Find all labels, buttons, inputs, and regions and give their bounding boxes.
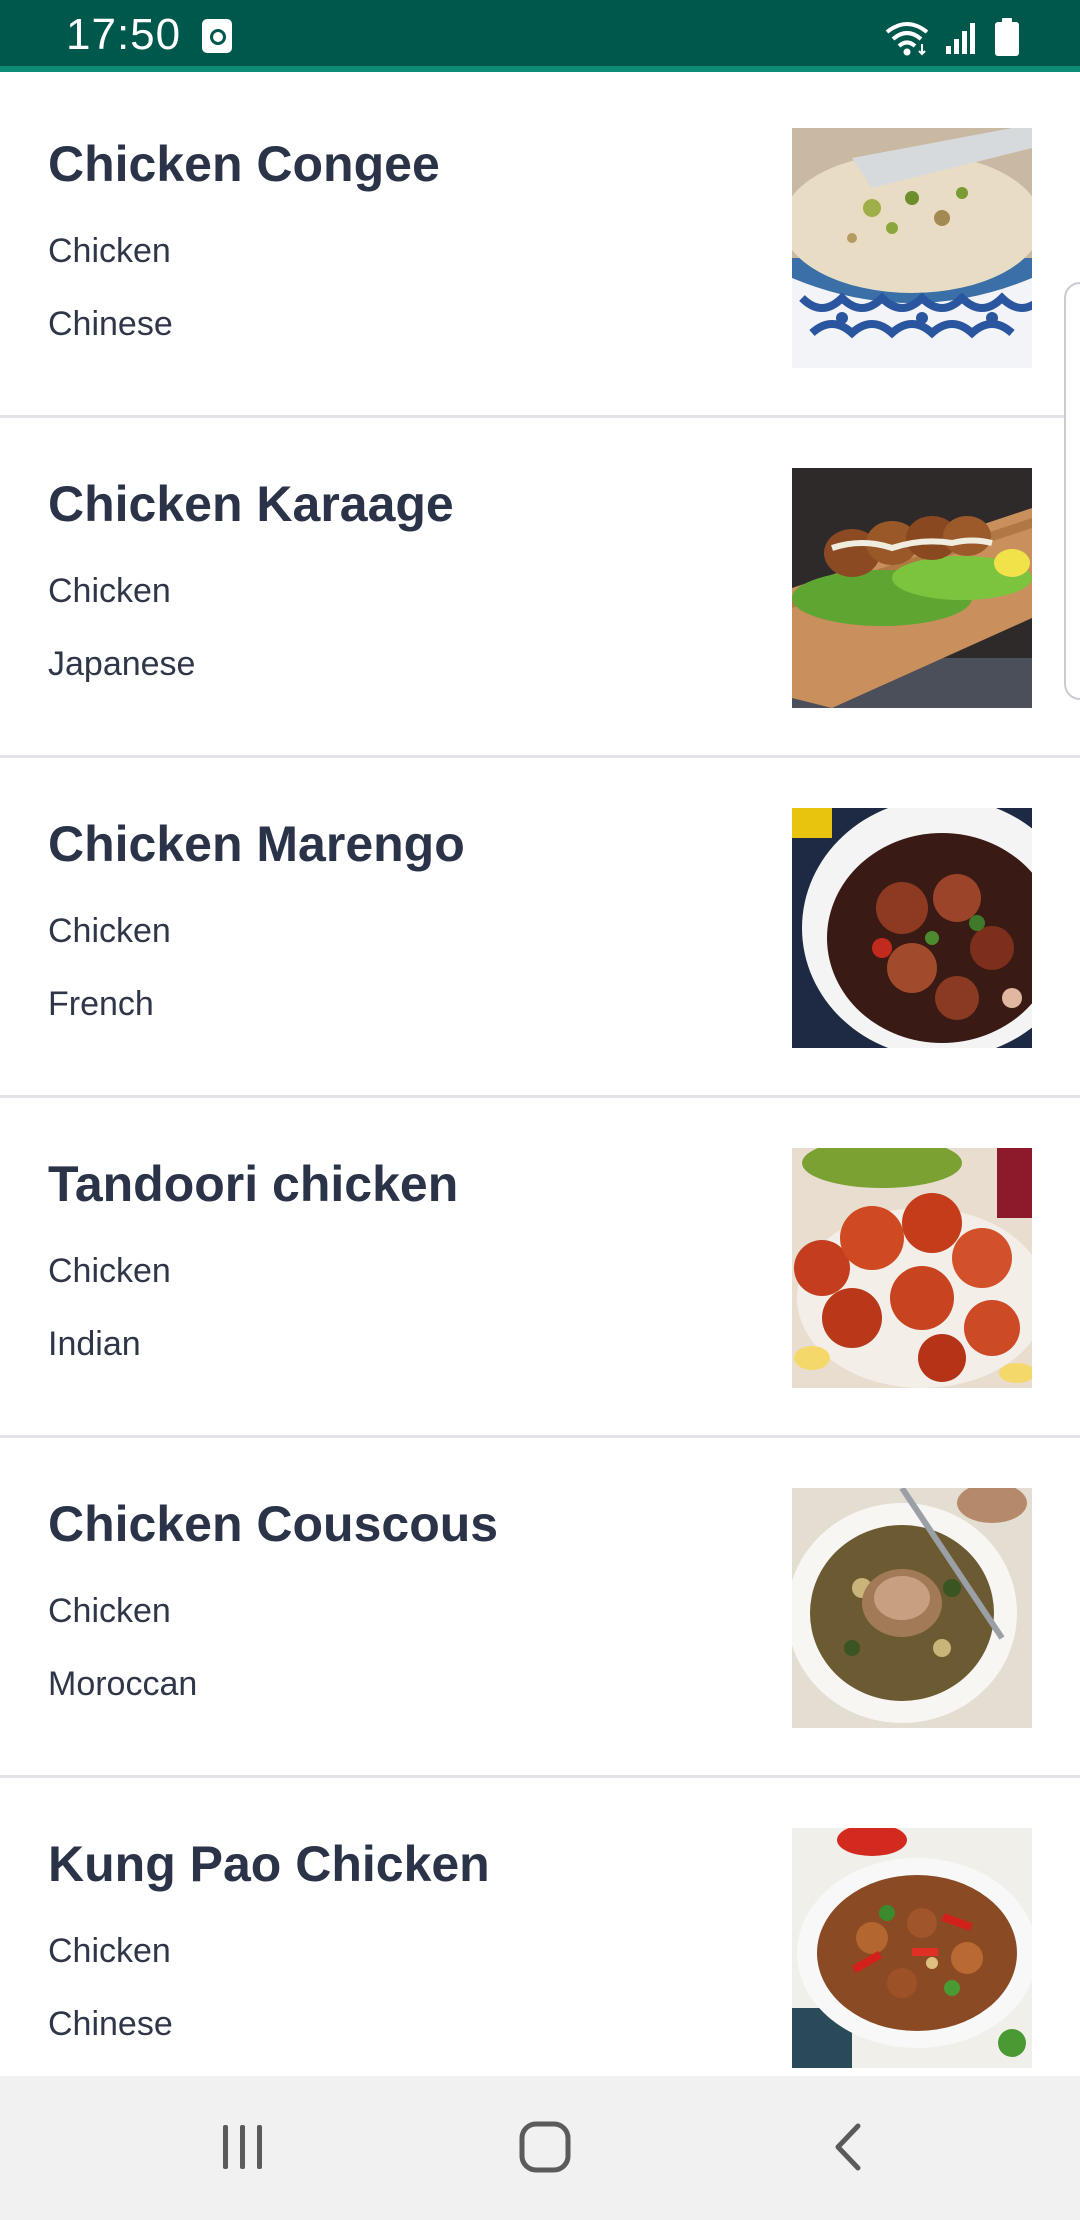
recipe-category: Chicken (48, 912, 171, 950)
battery-icon (994, 18, 1020, 56)
navigation-bar (0, 2076, 1080, 2220)
notification-icon (202, 19, 232, 53)
recipe-area: French (48, 985, 154, 1023)
list-item[interactable]: Chicken Congee Chicken Chinese (0, 78, 1080, 418)
list-item[interactable]: Chicken Karaage Chicken Japanese (0, 418, 1080, 758)
recipe-name: Chicken Marengo (48, 816, 465, 872)
recent-apps-button[interactable] (183, 2104, 303, 2194)
wifi-icon (884, 20, 930, 56)
recipe-name: Tandoori chicken (48, 1156, 459, 1212)
recipe-name: Chicken Couscous (48, 1496, 499, 1552)
recipe-category: Chicken (48, 1592, 171, 1630)
status-time: 17:50 (66, 10, 182, 59)
screen: 17:50 Chicken Congee Chicken Chinese Chi… (0, 0, 1080, 2220)
recipe-area: Moroccan (48, 1665, 198, 1703)
list-item[interactable]: Kung Pao Chicken Chicken Chinese (0, 1778, 1080, 2118)
recipe-category: Chicken (48, 572, 171, 610)
marengo-photo (792, 808, 1032, 1048)
recipe-area: Japanese (48, 645, 196, 683)
recipe-list[interactable]: Chicken Congee Chicken Chinese Chicken K… (0, 78, 1080, 2118)
recipe-category: Chicken (48, 1252, 171, 1290)
recipe-name: Kung Pao Chicken (48, 1836, 490, 1892)
karaage-photo (792, 468, 1032, 708)
list-item[interactable]: Chicken Marengo Chicken French (0, 758, 1080, 1098)
recipe-category: Chicken (48, 1932, 171, 1970)
recipe-name: Chicken Karaage (48, 476, 454, 532)
signal-icon (944, 20, 980, 56)
list-item[interactable]: Chicken Couscous Chicken Moroccan (0, 1438, 1080, 1778)
recipe-area: Chinese (48, 2005, 173, 2043)
home-button[interactable] (485, 2104, 605, 2194)
kung-pao-photo (792, 1828, 1032, 2068)
recipe-area: Chinese (48, 305, 173, 343)
congee-photo (792, 128, 1032, 368)
list-item[interactable]: Tandoori chicken Chicken Indian (0, 1098, 1080, 1438)
back-icon (828, 2120, 868, 2179)
fast-scroll-handle[interactable] (1064, 282, 1080, 700)
recipe-area: Indian (48, 1325, 141, 1363)
recipe-name: Chicken Congee (48, 136, 440, 192)
tandoori-photo (792, 1148, 1032, 1388)
status-bar: 17:50 (0, 0, 1080, 72)
couscous-photo (792, 1488, 1032, 1728)
back-button[interactable] (788, 2104, 908, 2194)
home-icon (518, 2120, 572, 2179)
status-icons (884, 18, 1020, 56)
recipe-category: Chicken (48, 232, 171, 270)
recent-apps-icon (219, 2122, 267, 2177)
